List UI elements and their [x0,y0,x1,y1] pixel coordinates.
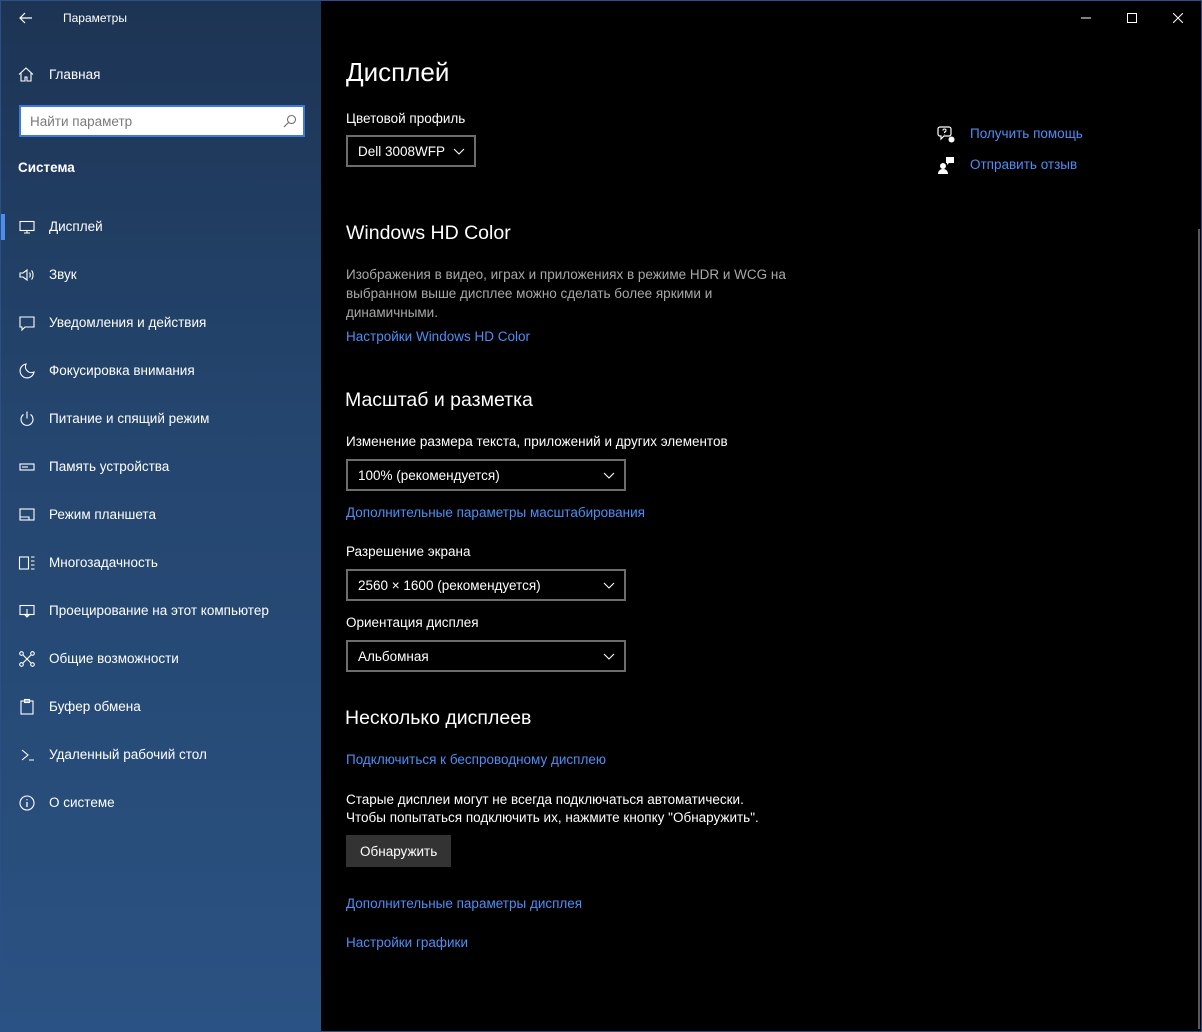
remote-desktop-icon [21,749,34,761]
color-profile-label: Цветовой профиль [346,111,466,126]
info-icon [19,795,35,811]
resolution-label: Разрешение экрана [346,544,471,559]
search-input[interactable] [21,107,271,135]
search-box[interactable] [19,105,305,137]
scale-dropdown[interactable]: 100% (рекомендуется) [346,459,626,491]
send-feedback-label: Отправить отзыв [970,157,1078,172]
sidebar-item-power[interactable]: Питание и спящий режим [1,403,321,451]
multiple-displays-heading: Несколько дисплеев [345,707,532,729]
sidebar-item-label: Питание и спящий режим [49,411,210,426]
back-button[interactable] [13,5,39,31]
back-arrow-icon [19,12,32,24]
sidebar-item-label: Уведомления и действия [49,315,207,330]
scale-value: 100% (рекомендуется) [358,468,500,483]
sidebar-item-home[interactable]: Главная [1,59,321,91]
close-button[interactable] [1155,1,1201,35]
maximize-button[interactable] [1109,1,1155,35]
page-title: Дисплей [346,57,450,87]
sidebar-item-label: Общие возможности [49,651,179,666]
sidebar-item-projecting[interactable]: Проецирование на этот компьютер [1,595,321,643]
monitor-icon [19,220,35,234]
resolution-dropdown[interactable]: 2560 × 1600 (рекомендуется) [346,569,626,601]
hd-color-description: Изображения в видео, играх и приложениях… [346,267,786,320]
settings-window: Параметры Главная Система Дисплей [0,0,1202,1032]
moon-icon [19,363,35,379]
sidebar: Параметры Главная Система Дисплей [1,1,321,1031]
maximize-icon [1127,13,1137,23]
orientation-label: Ориентация дисплея [346,615,479,630]
sidebar-item-label: О системе [49,795,115,810]
sidebar-item-clipboard[interactable]: Буфер обмена [1,691,321,739]
detect-info-line1: Старые дисплеи могут не всегда подключат… [346,792,744,807]
sidebar-item-multitasking[interactable]: Многозадачность [1,547,321,595]
sidebar-item-about[interactable]: О системе [1,787,321,835]
get-help-label: Получить помощь [970,126,1083,141]
title-bar: Параметры [1,1,321,37]
sidebar-item-storage[interactable]: Память устройства [1,451,321,499]
color-profile-value: Dell 3008WFP [358,144,446,159]
color-profile-dropdown[interactable]: Dell 3008WFP [346,135,476,167]
graphics-settings-link[interactable]: Настройки графики [346,935,468,950]
chevron-down-icon [603,472,615,479]
multitask-icon [18,556,35,570]
storage-icon [19,463,35,471]
notification-icon [19,316,35,332]
sidebar-item-label: Удаленный рабочий стол [49,747,207,762]
speaker-icon [19,268,34,282]
minimize-icon [1081,17,1091,19]
sidebar-item-tablet[interactable]: Режим планшета [1,499,321,547]
hd-color-settings-link[interactable]: Настройки Windows HD Color [346,329,530,344]
detect-info-line2: Чтобы попытаться подключить их, нажмите … [346,810,759,825]
sidebar-item-label: Буфер обмена [49,699,141,714]
tablet-icon [19,508,35,521]
sidebar-item-label: Главная [49,67,101,82]
resolution-value: 2560 × 1600 (рекомендуется) [358,578,541,593]
sidebar-item-display[interactable]: Дисплей [1,211,321,259]
sidebar-item-label: Звук [49,267,77,282]
help-chat-icon [937,126,955,143]
sidebar-nav: Дисплей Звук Уведомления и действия Фоку… [1,211,321,835]
app-title: Параметры [63,11,127,25]
sidebar-item-label: Режим планшета [49,507,156,522]
scrollbar[interactable] [1198,229,1200,1029]
advanced-scaling-link[interactable]: Дополнительные параметры масштабирования [346,505,645,520]
sidebar-item-focus[interactable]: Фокусировка внимания [1,355,321,403]
search-icon[interactable] [283,114,297,128]
feedback-icon [938,157,954,174]
sidebar-item-sound[interactable]: Звук [1,259,321,307]
wireless-display-link[interactable]: Подключиться к беспроводному дисплею [346,752,606,767]
sidebar-item-label: Память устройства [49,459,170,474]
sidebar-item-notifications[interactable]: Уведомления и действия [1,307,321,355]
scale-size-label: Изменение размера текста, приложений и д… [346,434,728,449]
sidebar-item-label: Дисплей [49,219,103,234]
chevron-down-icon [603,582,615,589]
power-icon [20,411,34,426]
sidebar-item-shared[interactable]: Общие возможности [1,643,321,691]
clipboard-icon [20,698,34,715]
scale-heading: Масштаб и разметка [345,389,533,411]
window-controls [1063,1,1201,35]
sidebar-item-label: Многозадачность [49,555,158,570]
project-icon [19,604,35,618]
orientation-dropdown[interactable]: Альбомная [346,640,626,672]
orientation-value: Альбомная [358,649,429,664]
detect-button[interactable]: Обнаружить [346,835,452,867]
close-icon [1173,13,1183,23]
shared-icon [19,651,35,667]
sidebar-item-label: Проецирование на этот компьютер [49,603,269,618]
chevron-down-icon [603,653,615,660]
sidebar-section-title: Система [18,160,75,175]
advanced-display-link[interactable]: Дополнительные параметры дисплея [346,896,582,911]
home-icon [18,67,34,82]
sidebar-item-label: Фокусировка внимания [49,363,195,378]
hd-color-heading: Windows HD Color [346,222,511,244]
minimize-button[interactable] [1063,1,1109,35]
chevron-down-icon [453,148,465,155]
sidebar-item-remote-desktop[interactable]: Удаленный рабочий стол [1,739,321,787]
